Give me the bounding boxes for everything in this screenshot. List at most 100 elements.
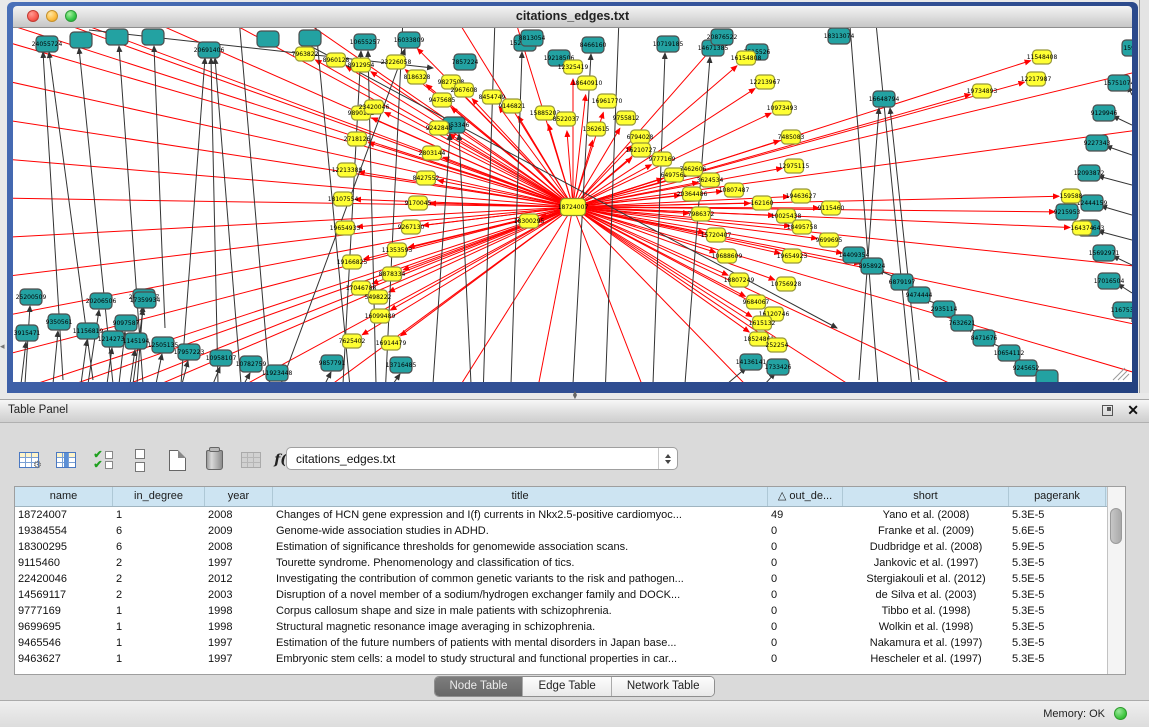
rows-button[interactable] bbox=[127, 447, 153, 473]
table-cell: 9777169 bbox=[15, 603, 113, 619]
graph-node-label: 9129946 bbox=[1091, 110, 1118, 117]
table-row[interactable]: 911546021997Tourette syndrome. Phenomeno… bbox=[15, 555, 1125, 571]
table-cell: 2 bbox=[113, 555, 205, 571]
column-header-1[interactable]: in_degree bbox=[113, 487, 205, 506]
column-header-3[interactable]: title bbox=[273, 487, 768, 506]
table-cell: 0 bbox=[768, 619, 843, 635]
table-cell: 0 bbox=[768, 603, 843, 619]
table-cell: Franke et al. (2009) bbox=[843, 523, 1009, 539]
citation-network-graph[interactable]: 2405572420691406106552571603380978572241… bbox=[13, 28, 1132, 382]
table-cell: 1997 bbox=[205, 651, 273, 667]
trash-button[interactable] bbox=[201, 447, 227, 473]
table-row[interactable]: 969969511998Structural magnetic resonanc… bbox=[15, 619, 1125, 635]
graph-node-label: 18107554 bbox=[328, 196, 359, 203]
graph-node-label: 252254 bbox=[766, 342, 789, 349]
graph-node-label: 10782759 bbox=[236, 361, 267, 368]
table-row[interactable]: 1872400712008Changes of HCN gene express… bbox=[15, 507, 1125, 523]
graph-node-label: 18313074 bbox=[824, 33, 855, 40]
table-cell: 1 bbox=[113, 603, 205, 619]
graph-node-label: 2967608 bbox=[451, 87, 478, 94]
graph-node[interactable] bbox=[299, 30, 321, 46]
graph-node-label: 9350561 bbox=[46, 319, 73, 326]
graph-node-label: 24055724 bbox=[32, 41, 63, 48]
graph-node-label: 9684067 bbox=[743, 299, 770, 306]
graph-node[interactable] bbox=[142, 29, 164, 45]
column-header-0[interactable]: name bbox=[15, 487, 113, 506]
import-table-disabled-button[interactable] bbox=[238, 447, 264, 473]
table-cell: 49 bbox=[768, 507, 843, 523]
table-row[interactable]: 1938455462009Genome-wide association stu… bbox=[15, 523, 1125, 539]
table-cell: 1997 bbox=[205, 555, 273, 571]
panel-collapse-arrow-icon[interactable]: ◂ bbox=[0, 341, 5, 352]
graph-node-label: 7632621 bbox=[949, 320, 976, 327]
table-row[interactable]: 1830029562008Estimation of significance … bbox=[15, 539, 1125, 555]
graph-node-label: 17957223 bbox=[174, 349, 205, 356]
graph-node-label: 10958107 bbox=[206, 355, 237, 362]
graph-node-label: 20364486 bbox=[677, 191, 708, 198]
table-cell: Estimation of significance thresholds fo… bbox=[273, 539, 768, 555]
table-cell: 2009 bbox=[205, 523, 273, 539]
table-cell: Wolkin et al. (1998) bbox=[843, 619, 1009, 635]
table-settings-button[interactable]: ⚙ bbox=[16, 447, 42, 473]
graph-node-label: 13716485 bbox=[386, 362, 417, 369]
graph-node-label: 8813054 bbox=[519, 35, 546, 42]
table-cell: 0 bbox=[768, 523, 843, 539]
column-header-6[interactable]: pagerank bbox=[1009, 487, 1106, 506]
network-window-titlebar[interactable]: citations_edges.txt bbox=[13, 6, 1132, 28]
dropdown-stepper-icon[interactable] bbox=[658, 448, 677, 469]
graph-node-label: 18724007 bbox=[558, 204, 589, 211]
graph-node-label: 11156819 bbox=[73, 328, 104, 335]
graph-node-label: 10654112 bbox=[994, 350, 1025, 357]
table-cell: 1998 bbox=[205, 619, 273, 635]
scrollbar-thumb[interactable] bbox=[1110, 508, 1122, 544]
graph-node-label: 2935114 bbox=[931, 306, 958, 313]
table-source-dropdown[interactable]: citations_edges.txt bbox=[286, 447, 678, 470]
graph-node-label: 8454749 bbox=[479, 94, 506, 101]
table-cell: 6 bbox=[113, 539, 205, 555]
graph-node-label: 10655257 bbox=[350, 39, 381, 46]
tab-network-table[interactable]: Network Table bbox=[612, 677, 715, 696]
graph-node-label: 3624534 bbox=[697, 177, 724, 184]
table-row[interactable]: 946362711997Embryonic stem cells: a mode… bbox=[15, 651, 1125, 667]
graph-node-label: 1145194 bbox=[123, 338, 150, 345]
column-header-4[interactable]: △ out_de... bbox=[768, 487, 843, 506]
graph-node-label: 7485083 bbox=[778, 134, 805, 141]
tab-node-table[interactable]: Node Table bbox=[435, 677, 524, 696]
graph-node-label: 18807249 bbox=[724, 277, 755, 284]
graph-nodes[interactable]: 2405572420691406106552571603380978572241… bbox=[14, 28, 1132, 382]
graph-node-label: 19734893 bbox=[967, 88, 998, 95]
graph-node-label: 9227343 bbox=[1084, 140, 1111, 147]
tab-edge-table[interactable]: Edge Table bbox=[523, 677, 611, 696]
close-panel-icon[interactable]: ✕ bbox=[1127, 402, 1139, 418]
table-cell: 5.6E-5 bbox=[1009, 523, 1106, 539]
float-panel-icon[interactable] bbox=[1102, 405, 1113, 416]
graph-node-label: 12444159 bbox=[1077, 200, 1108, 207]
graph-node[interactable] bbox=[70, 32, 92, 48]
table-cell: Corpus callosum shape and size in male p… bbox=[273, 603, 768, 619]
panel-splitter-handle[interactable]: ▲▼ bbox=[567, 392, 583, 399]
node-table: namein_degreeyeartitle△ out_de...shortpa… bbox=[14, 486, 1126, 675]
network-view-window[interactable]: citations_edges.txt 24055724206914061065… bbox=[7, 2, 1138, 393]
column-visibility-button[interactable] bbox=[53, 447, 79, 473]
graph-node-label: 9474444 bbox=[906, 292, 933, 299]
table-cell: 5.3E-5 bbox=[1009, 635, 1106, 651]
graph-node-label: 12213389 bbox=[332, 167, 363, 174]
table-row[interactable]: 2242004622012Investigating the contribut… bbox=[15, 571, 1125, 587]
table-row[interactable]: 946554611997Estimation of the future num… bbox=[15, 635, 1125, 651]
network-canvas[interactable]: 2405572420691406106552571603380978572241… bbox=[13, 28, 1132, 382]
table-row[interactable]: 977716911998Corpus callosum shape and si… bbox=[15, 603, 1125, 619]
new-file-button[interactable] bbox=[164, 447, 190, 473]
table-toolbar: ⚙✔✔f(x) bbox=[16, 444, 301, 476]
table-cell: 0 bbox=[768, 635, 843, 651]
column-header-2[interactable]: year bbox=[205, 487, 273, 506]
graph-node[interactable] bbox=[1036, 370, 1058, 382]
graph-node-label: 10719185 bbox=[653, 41, 684, 48]
graph-node-label: 25200509 bbox=[16, 294, 47, 301]
graph-node[interactable] bbox=[257, 31, 279, 47]
table-scrollbar[interactable] bbox=[1107, 487, 1125, 674]
column-header-5[interactable]: short bbox=[843, 487, 1009, 506]
column-select-button[interactable]: ✔✔ bbox=[90, 447, 116, 473]
table-row[interactable]: 1456911722003Disruption of a novel membe… bbox=[15, 587, 1125, 603]
table-cell: Nakamura et al. (1997) bbox=[843, 635, 1009, 651]
graph-node[interactable] bbox=[106, 29, 128, 45]
